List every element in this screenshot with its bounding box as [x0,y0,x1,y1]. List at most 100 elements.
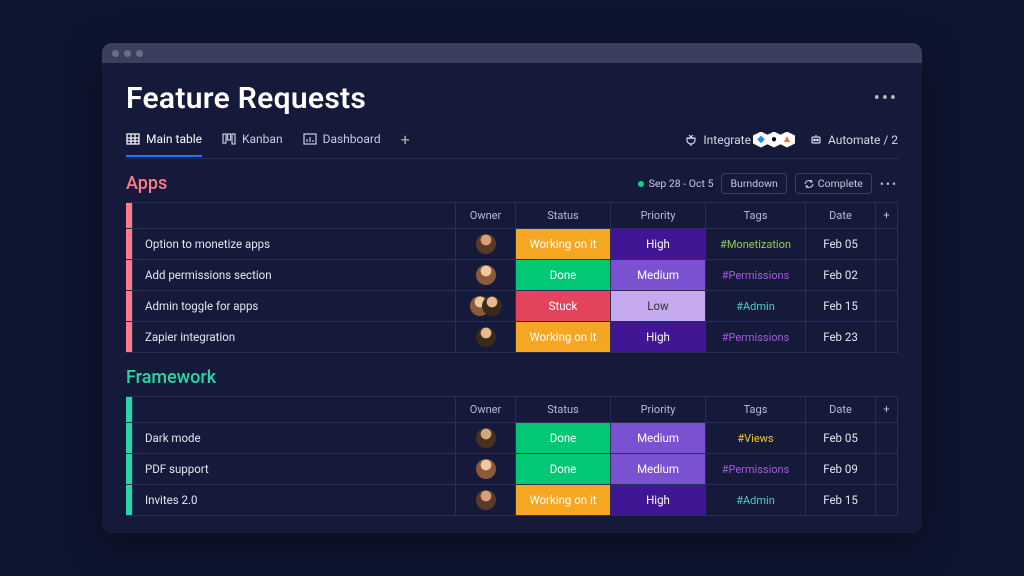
tag-cell[interactable]: #Permissions [705,260,805,290]
col-date[interactable]: Date [805,397,875,422]
owner-cell[interactable] [455,423,515,453]
col-priority[interactable]: Priority [610,397,705,422]
priority-cell[interactable]: Medium [610,454,705,484]
owner-cell[interactable] [455,485,515,515]
status-dot-icon [638,181,644,187]
app-window: Feature Requests ••• Main table Kanban [102,43,922,533]
add-view-button[interactable]: + [401,130,410,158]
col-tags[interactable]: Tags [705,397,805,422]
owner-cell[interactable] [455,229,515,259]
item-name[interactable]: Option to monetize apps [132,229,455,259]
group-name[interactable]: Framework [126,367,216,388]
add-column-button[interactable]: + [875,397,897,422]
col-priority[interactable]: Priority [610,203,705,228]
col-status[interactable]: Status [515,203,610,228]
burndown-label: Burndown [730,177,777,190]
tag-cell[interactable]: #Admin [705,291,805,321]
table-row[interactable]: Add permissions section DoneMedium#Permis… [126,259,897,290]
item-name[interactable]: Invites 2.0 [132,485,455,515]
add-column-button[interactable]: + [875,203,897,228]
tag-cell[interactable]: #Permissions [705,322,805,352]
row-end [875,423,897,453]
board-more-menu[interactable]: ••• [874,88,898,109]
page-title: Feature Requests [126,81,366,116]
complete-label: Complete [818,177,863,190]
priority-cell[interactable]: Medium [610,260,705,290]
group-apps: Apps Sep 28 - Oct 5 Burndown Complete [126,173,898,353]
date-range-label: Sep 28 - Oct 5 [649,177,714,190]
dashboard-icon [303,132,317,146]
priority-cell[interactable]: Low [610,291,705,321]
item-name[interactable]: PDF support [132,454,455,484]
status-cell[interactable]: Working on it [515,229,610,259]
status-cell[interactable]: Working on it [515,322,610,352]
kanban-icon [222,132,236,146]
tab-kanban[interactable]: Kanban [222,132,283,157]
tab-label: Kanban [242,132,283,146]
tab-label: Main table [146,132,202,146]
complete-button[interactable]: Complete [795,173,872,194]
window-dot [136,50,143,57]
date-cell[interactable]: Feb 23 [805,322,875,352]
status-cell[interactable]: Working on it [515,485,610,515]
col-name [132,203,455,228]
table-row[interactable]: Zapier integration Working on itHigh#Perm… [126,321,897,352]
priority-cell[interactable]: High [610,322,705,352]
group-table: Owner Status Priority Tags Date + Option… [126,202,898,353]
item-name[interactable]: Add permissions section [132,260,455,290]
date-cell[interactable]: Feb 05 [805,229,875,259]
table-row[interactable]: Invites 2.0 Working on itHigh#AdminFeb 15 [126,484,897,515]
tag-cell[interactable]: #Admin [705,485,805,515]
tab-dashboard[interactable]: Dashboard [303,132,381,157]
content: Feature Requests ••• Main table Kanban [102,63,922,533]
group-table: Owner Status Priority Tags Date + Dark m… [126,396,898,516]
owner-cell[interactable] [455,260,515,290]
col-owner[interactable]: Owner [455,203,515,228]
owner-cell[interactable] [455,454,515,484]
owner-cell[interactable] [455,291,515,321]
col-tags[interactable]: Tags [705,203,805,228]
item-name[interactable]: Dark mode [132,423,455,453]
tab-main-table[interactable]: Main table [126,132,202,157]
col-status[interactable]: Status [515,397,610,422]
table-row[interactable]: PDF support DoneMedium#PermissionsFeb 09 [126,453,897,484]
automate-label: Automate / 2 [828,133,898,147]
table-row[interactable]: Dark mode DoneMedium#ViewsFeb 05 [126,422,897,453]
table-row[interactable]: Admin toggle for apps StuckLow#AdminFeb 1… [126,290,897,321]
integrate-button[interactable]: Integrate ◆ ● ▲ [684,132,795,148]
owner-cell[interactable] [455,322,515,352]
item-name[interactable]: Zapier integration [132,322,455,352]
col-owner[interactable]: Owner [455,397,515,422]
tag-cell[interactable]: #Monetization [705,229,805,259]
tag-cell[interactable]: #Views [705,423,805,453]
date-cell[interactable]: Feb 09 [805,454,875,484]
status-cell[interactable]: Done [515,260,610,290]
automate-button[interactable]: Automate / 2 [809,133,898,147]
group-framework: Framework Owner Status Priority Tags Dat… [126,367,898,516]
date-cell[interactable]: Feb 05 [805,423,875,453]
date-cell[interactable]: Feb 02 [805,260,875,290]
robot-icon [809,133,823,147]
sync-icon [804,179,814,189]
group-name[interactable]: Apps [126,173,167,194]
date-cell[interactable]: Feb 15 [805,291,875,321]
priority-cell[interactable]: High [610,229,705,259]
status-cell[interactable]: Stuck [515,291,610,321]
burndown-button[interactable]: Burndown [721,173,786,194]
table-row[interactable]: Option to monetize apps Working on itHigh… [126,228,897,259]
priority-cell[interactable]: Medium [610,423,705,453]
status-cell[interactable]: Done [515,423,610,453]
tag-cell[interactable]: #Permissions [705,454,805,484]
date-range[interactable]: Sep 28 - Oct 5 [638,177,714,190]
date-cell[interactable]: Feb 15 [805,485,875,515]
window-titlebar [102,43,922,63]
item-name[interactable]: Admin toggle for apps [132,291,455,321]
table-icon [126,132,140,146]
status-cell[interactable]: Done [515,454,610,484]
group-more-menu[interactable]: ••• [880,177,898,191]
priority-cell[interactable]: High [610,485,705,515]
col-name [132,397,455,422]
integration-icons: ◆ ● ▲ [756,132,795,148]
window-dot [112,50,119,57]
col-date[interactable]: Date [805,203,875,228]
